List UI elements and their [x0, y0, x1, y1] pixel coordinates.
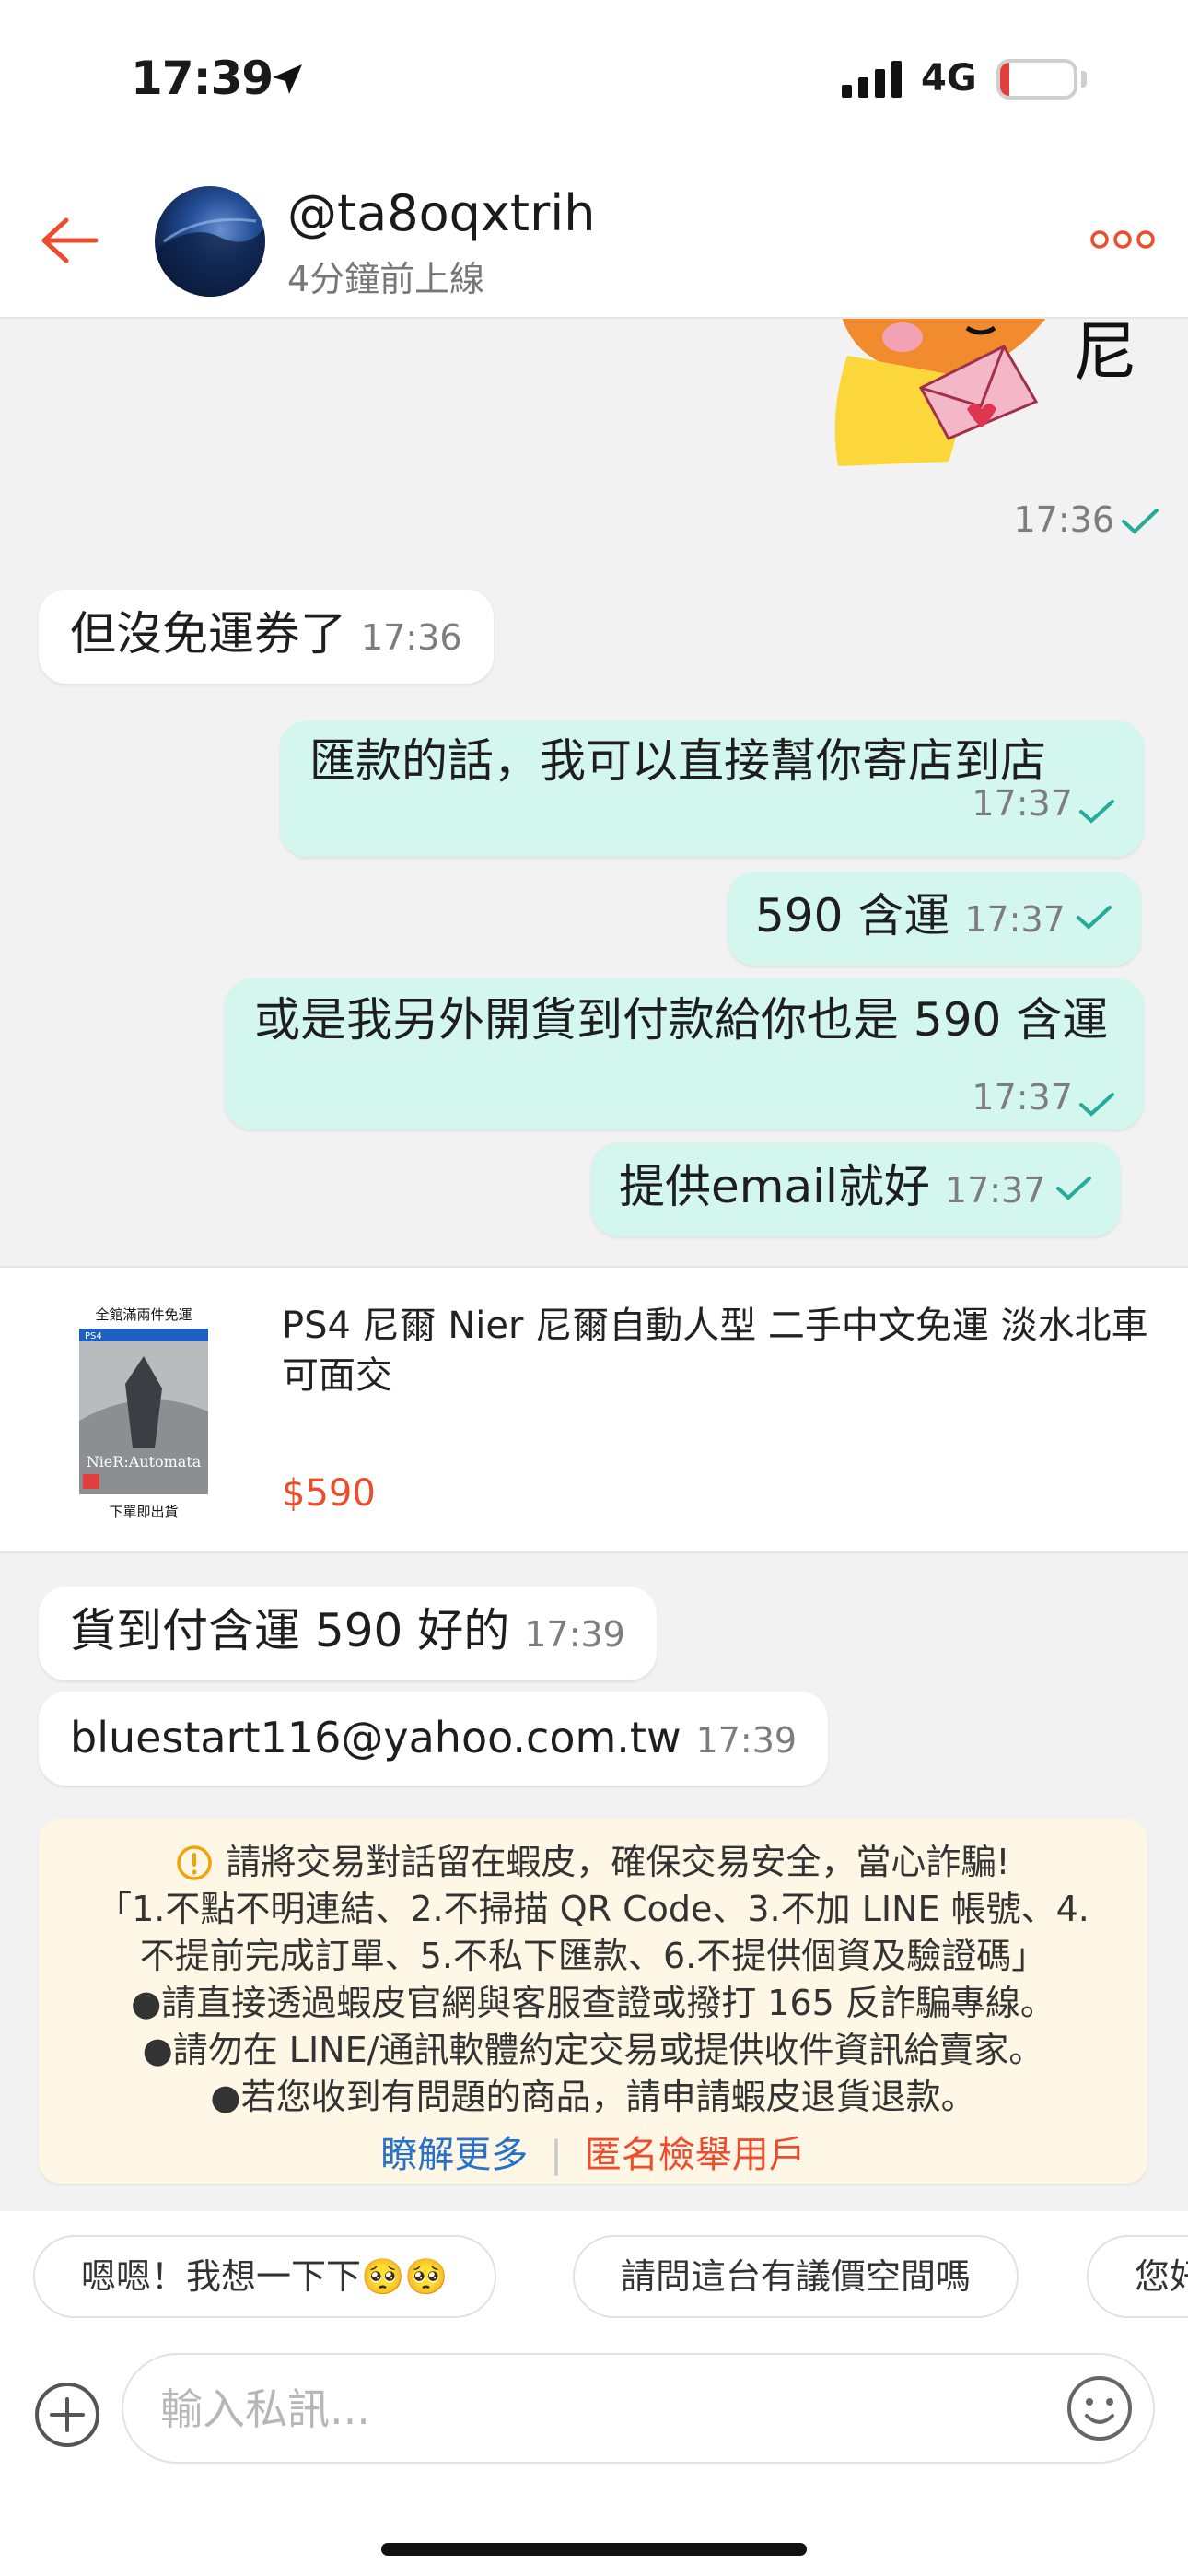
status-time: 17:39	[131, 52, 274, 105]
read-check-icon	[1056, 1177, 1092, 1200]
message-time: 17:37	[944, 1170, 1046, 1211]
product-card[interactable]: 全館滿兩件免運 PS4 NieR:Automata 下單即出貨 PS4 尼爾 N…	[0, 1266, 1188, 1553]
cover-bottom-text: 下單即出貨	[109, 1504, 178, 1520]
message-text: 匯款的話，我可以直接幫你寄店到店	[309, 734, 1046, 788]
warning-line: ●請直接透過蝦皮官網與客服查證或撥打 165 反詐騙專線。	[131, 1983, 1055, 2023]
chat-username[interactable]: @ta8oqxtrih	[287, 184, 596, 242]
read-check-icon	[1079, 1093, 1114, 1117]
quick-reply-chip[interactable]: 您好	[1087, 2235, 1188, 2318]
message-input-bar	[0, 2331, 1188, 2576]
back-arrow-icon[interactable]	[35, 207, 101, 274]
battery-icon: 11	[996, 59, 1077, 100]
product-thumbnail[interactable]: 全館滿兩件免運 PS4 NieR:Automata 下單即出貨	[70, 1301, 217, 1524]
read-check-icon	[1076, 906, 1112, 930]
product-price: $590	[282, 1472, 376, 1515]
read-check-icon	[1122, 509, 1159, 534]
incoming-message[interactable]: bluestart116@yahoo.com.tw 17:39	[39, 1692, 829, 1786]
quick-reply-chip[interactable]: 請問這台有議價空間嗎	[573, 2235, 1019, 2318]
more-icon[interactable]	[1090, 228, 1155, 251]
warning-title: 請將交易對話留在蝦皮，確保交易安全，當心詐騙!	[226, 1842, 1010, 1882]
read-check-icon	[1079, 799, 1114, 824]
message-time: 17:39	[524, 1614, 625, 1655]
incoming-message[interactable]: 但沒免運券了 17:36	[39, 590, 494, 684]
warning-icon	[177, 1844, 213, 1880]
avatar[interactable]	[155, 186, 265, 297]
message-time: 17:36	[1013, 499, 1114, 540]
incoming-message[interactable]: 貨到付含運 590 好的 17:39	[39, 1587, 657, 1680]
battery-tip	[1081, 71, 1087, 88]
quick-reply-chip[interactable]: 嗯嗯！我想一下下🥺🥺	[33, 2235, 496, 2318]
avatar-image	[155, 217, 265, 297]
safety-warning: 請將交易對話留在蝦皮，確保交易安全，當心詐騙! 「1.不點不明連結、2.不掃描 …	[39, 1819, 1147, 2184]
outgoing-message[interactable]: 590 含運 17:37	[728, 872, 1141, 966]
message-time: 17:36	[361, 617, 462, 658]
last-online-status: 4分鐘前上線	[287, 259, 485, 299]
quick-replies: 嗯嗯！我想一下下🥺🥺 請問這台有議價空間嗎 您好	[0, 2211, 1188, 2331]
outgoing-message[interactable]: 或是我另外開貨到付款給你也是 590 含運 17:37	[225, 978, 1144, 1130]
message-text: 提供email就好	[619, 1160, 930, 1213]
warning-line: ●請勿在 LINE/通訊軟體約定交易或提供收件資訊給賣家。	[142, 2030, 1044, 2070]
chat-messages[interactable]: 尼 17:36 但沒免運券了 17:36 匯款的話，我可以直接幫你寄店到店 17…	[0, 319, 1188, 2211]
message-text: 貨到付含運 590 好的	[70, 1604, 510, 1657]
link-divider: |	[550, 2134, 563, 2176]
message-text: 但沒免運券了	[70, 607, 346, 661]
message-time: 17:37	[964, 899, 1066, 940]
learn-more-link[interactable]: 瞭解更多	[380, 2134, 528, 2176]
message-box[interactable]	[122, 2353, 1155, 2464]
cover-top-text: 全館滿兩件免運	[95, 1306, 192, 1323]
product-title[interactable]: PS4 尼爾 Nier 尼爾自動人型 二手中文免運 淡水北車可面交	[282, 1301, 1157, 1400]
warning-line: 不提前完成訂單、5.不私下匯款、6.不提供個資及驗證碼」	[139, 1936, 1047, 1976]
svg-text:PS4: PS4	[85, 1331, 102, 1341]
message-time: 17:37	[972, 1076, 1073, 1118]
message-input[interactable]	[160, 2377, 989, 2441]
outgoing-message[interactable]: 提供email就好 17:37	[591, 1142, 1122, 1236]
battery-level: 11	[1016, 62, 1058, 97]
chat-header: @ta8oqxtrih 4分鐘前上線	[0, 166, 1188, 319]
message-text: bluestart116@yahoo.com.tw	[70, 1713, 681, 1762]
message-time: 17:37	[972, 783, 1073, 824]
emoji-icon[interactable]	[1065, 2373, 1135, 2443]
warning-line: ●若您收到有問題的商品，請申請蝦皮退貨退款。	[210, 2077, 976, 2117]
outgoing-message[interactable]: 匯款的話，我可以直接幫你寄店到店 17:37	[280, 720, 1144, 857]
sticker-message[interactable]: 尼	[810, 319, 1160, 632]
network-type: 4G	[921, 57, 977, 100]
report-user-link[interactable]: 匿名檢舉用戶	[585, 2134, 806, 2176]
message-time: 17:39	[695, 1720, 798, 1761]
status-bar: 17:39 4G 11	[0, 0, 1188, 166]
location-arrow-icon	[273, 64, 302, 94]
signal-icon	[842, 61, 902, 98]
message-text: 或是我另外開貨到付款給你也是 590 含運	[254, 993, 1109, 1047]
home-indicator	[381, 2543, 807, 2556]
cover-logo: NieR:Automata	[87, 1453, 202, 1470]
plus-icon[interactable]	[33, 2381, 101, 2449]
message-text: 590 含運	[755, 889, 950, 943]
warning-line: 「1.不點不明連結、2.不掃描 QR Code、3.不加 LINE 帳號、4.	[97, 1889, 1089, 1929]
sticker-text: 尼	[1073, 319, 1137, 390]
